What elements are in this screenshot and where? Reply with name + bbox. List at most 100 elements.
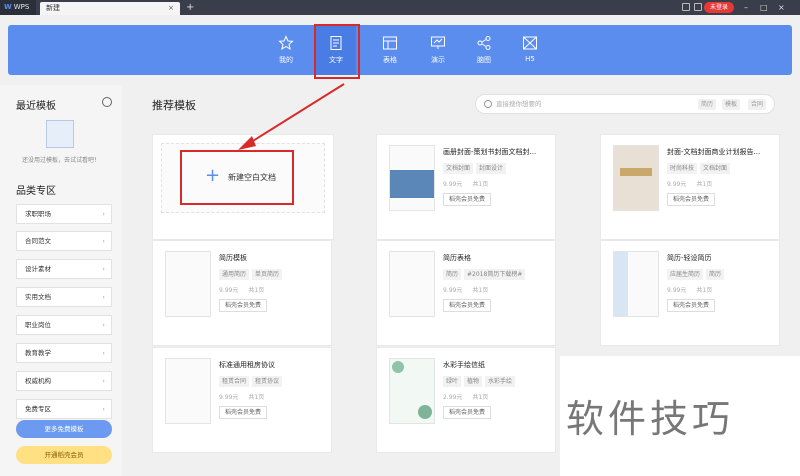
login-button[interactable]: 未登录 — [704, 2, 734, 13]
recommended-templates-title: 推荐模板 — [152, 99, 196, 112]
star-icon — [278, 35, 294, 51]
search-placeholder: 直接搜你想要的 — [496, 100, 542, 108]
template-tag[interactable]: #2018简历下载榜# — [464, 269, 526, 280]
category-bar: 我的 文字 表格 演示 脑图 H5 — [8, 25, 792, 75]
sidebar-item-label: 权威机构 — [25, 377, 51, 385]
presentation-icon — [431, 36, 445, 49]
search-icon — [484, 100, 492, 108]
template-card[interactable]: 简历表格 简历 #2018简历下载榜# 9.99元 共1页 稻壳会员免费 — [376, 240, 556, 346]
search-tag-resume[interactable]: 简历 — [698, 99, 717, 110]
template-name: 简历模板 — [219, 254, 247, 262]
vip-free-badge[interactable]: 稻壳会员免费 — [443, 406, 492, 419]
template-card[interactable]: 水彩手绘信纸 绿叶 植物 水彩手绘 2.99元 共1页 稻壳会员免费 — [376, 347, 556, 453]
tab-new[interactable]: 新建 × — [40, 2, 180, 15]
open-vip-button[interactable]: 开通稻壳会员 — [16, 446, 112, 464]
template-tag[interactable]: 应届生简历 — [667, 269, 704, 280]
window-icon[interactable] — [682, 3, 690, 11]
category-presentation[interactable]: 演示 — [418, 25, 458, 75]
more-free-templates-button[interactable]: 更多免费模板 — [16, 420, 112, 438]
category-zone-title: 品类专区 — [16, 186, 56, 197]
template-card[interactable]: 简历-轻设简历 应届生简历 简历 9.99元 共1页 稻壳会员免费 — [600, 240, 780, 346]
template-tag[interactable]: 单页简历 — [252, 269, 283, 280]
category-h5[interactable]: H5 — [510, 25, 550, 75]
skin-icon[interactable] — [694, 3, 702, 11]
template-search[interactable]: 直接搜你想要的 简历 模板 合同 — [475, 94, 775, 114]
template-tag[interactable]: 文档封面 — [700, 163, 731, 174]
template-name: 标准通用租房协议 — [219, 361, 275, 369]
sidebar-item-label: 免费专区 — [25, 405, 51, 413]
search-tag-contract[interactable]: 合同 — [748, 99, 767, 110]
tab-label: 新建 — [46, 4, 60, 12]
template-tag[interactable]: 绿叶 — [443, 376, 462, 387]
vip-free-badge[interactable]: 稻壳会员免费 — [667, 299, 716, 312]
category-label: 演示 — [431, 56, 445, 64]
template-tag[interactable]: 简历 — [443, 269, 462, 280]
template-pages: 共1页 — [472, 287, 489, 294]
template-card[interactable]: 封面-文档封面商业计划报告... 时尚科技 文档封面 9.99元 共1页 稻壳会员免… — [600, 134, 780, 240]
template-tag[interactable]: 水彩手绘 — [485, 376, 516, 387]
recent-templates-title: 最近模板 — [16, 101, 56, 112]
category-mindmap[interactable]: 脑图 — [464, 25, 504, 75]
template-tag[interactable]: 封面设计 — [476, 163, 507, 174]
title-bar: W WPS 新建 × + 未登录 – □ × — [0, 0, 800, 15]
template-pages: 共1页 — [472, 181, 489, 188]
chevron-right-icon: › — [102, 377, 105, 385]
vip-free-badge[interactable]: 稻壳会员免费 — [219, 299, 268, 312]
add-tab-button[interactable]: + — [186, 0, 194, 15]
sidebar-item-contract[interactable]: 合同范文 › — [16, 231, 112, 251]
template-price: 9.99元 — [443, 181, 463, 188]
template-tag[interactable]: 租赁合同 — [219, 376, 250, 387]
category-sheet[interactable]: 表格 — [370, 25, 410, 75]
refresh-icon[interactable] — [102, 97, 112, 107]
template-thumbnail — [165, 358, 211, 424]
sidebar-item-position[interactable]: 职业岗位 › — [16, 315, 112, 335]
template-thumbnail — [389, 358, 435, 424]
search-tag-template[interactable]: 模板 — [722, 99, 741, 110]
template-pages: 共1页 — [248, 394, 265, 401]
blank-highlight-box — [180, 150, 294, 205]
template-name: 封面-文档封面商业计划报告... — [667, 148, 761, 156]
chevron-right-icon: › — [102, 405, 105, 413]
wps-logo[interactable]: W WPS — [0, 0, 36, 15]
template-price: 9.99元 — [667, 287, 687, 294]
chevron-right-icon: › — [102, 293, 105, 301]
template-price: 9.99元 — [667, 181, 687, 188]
template-tag[interactable]: 植物 — [464, 376, 483, 387]
sidebar-item-authority[interactable]: 权威机构 › — [16, 371, 112, 391]
minimize-icon[interactable]: – — [744, 0, 748, 15]
writer-highlight-box — [314, 24, 360, 79]
category-mine[interactable]: 我的 — [266, 25, 306, 75]
sidebar-item-education[interactable]: 教育教学 › — [16, 343, 112, 363]
category-label: 表格 — [383, 56, 397, 64]
vip-free-badge[interactable]: 稻壳会员免费 — [667, 193, 716, 206]
template-card[interactable]: 标准通用租房协议 租赁合同 租赁协议 9.99元 共1页 稻壳会员免费 — [152, 347, 332, 453]
template-pages: 共1页 — [696, 181, 713, 188]
sidebar-item-practical[interactable]: 实用文档 › — [16, 287, 112, 307]
maximize-icon[interactable]: □ — [760, 0, 768, 15]
vip-free-badge[interactable]: 稻壳会员免费 — [443, 299, 492, 312]
sidebar-item-design[interactable]: 设计素材 › — [16, 259, 112, 279]
template-tag[interactable]: 时尚科技 — [667, 163, 698, 174]
template-card[interactable]: 简历模板 通用简历 单页简历 9.99元 共1页 稻壳会员免费 — [152, 240, 332, 346]
chevron-right-icon: › — [102, 210, 105, 218]
template-tag[interactable]: 租赁协议 — [252, 376, 283, 387]
template-tag[interactable]: 简历 — [706, 269, 725, 280]
category-label: 我的 — [279, 56, 293, 64]
sidebar-item-free[interactable]: 免费专区 › — [16, 399, 112, 419]
sidebar-item-label: 职业岗位 — [25, 321, 51, 329]
template-tag[interactable]: 通用简历 — [219, 269, 250, 280]
template-name: 简历-轻设简历 — [667, 254, 712, 262]
template-thumbnail — [389, 251, 435, 317]
template-tag[interactable]: 文档封面 — [443, 163, 474, 174]
tab-close-icon[interactable]: × — [168, 2, 174, 15]
template-name: 水彩手绘信纸 — [443, 361, 485, 369]
vip-free-badge[interactable]: 稻壳会员免费 — [219, 406, 268, 419]
mindmap-icon — [477, 36, 491, 50]
vip-free-badge[interactable]: 稻壳会员免费 — [443, 193, 492, 206]
close-window-icon[interactable]: × — [778, 0, 785, 15]
app-name: WPS — [13, 3, 30, 11]
template-card[interactable]: 画册封面-策划书封面文档封... 文档封面 封面设计 9.99元 共1页 稻壳会员免… — [376, 134, 556, 240]
sidebar-item-job[interactable]: 求职职场 › — [16, 204, 112, 224]
template-thumbnail — [613, 145, 659, 211]
sidebar-item-label: 实用文档 — [25, 293, 51, 301]
